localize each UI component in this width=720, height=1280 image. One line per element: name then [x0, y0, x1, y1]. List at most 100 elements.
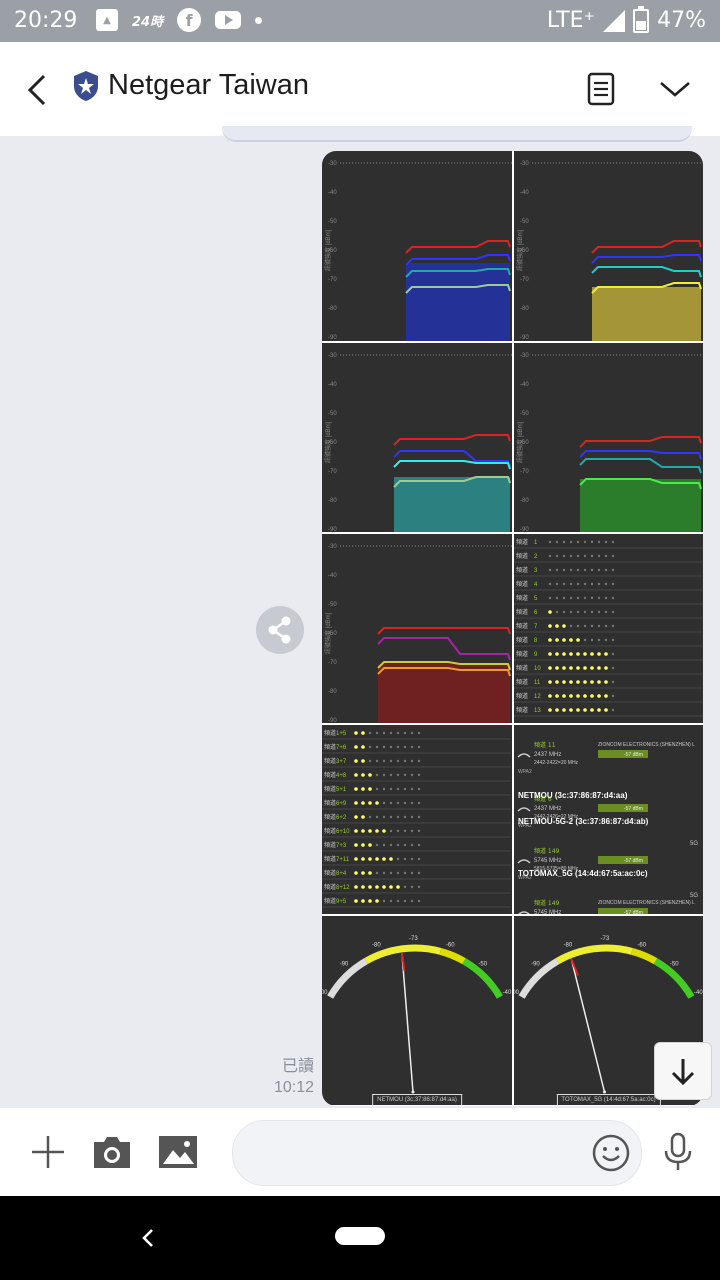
nav-home-pill[interactable]	[335, 1227, 385, 1245]
meter-tick-label: -80	[564, 943, 573, 949]
rating-star	[555, 652, 559, 656]
signal-graph-image-4[interactable]: -30 -40 -50 -60 -70 -80 -90 訊號強度 [dBm]	[514, 343, 703, 532]
rating-star	[403, 899, 407, 903]
rating-star	[403, 731, 407, 735]
signal-graph-image-3[interactable]: -30 -40 -50 -60 -70 -80 -90 訊號強度 [dBm]	[322, 343, 512, 532]
rating-star	[389, 829, 393, 833]
status-bar: 20:29 ▲ 24時 f LTE⁺ 47%	[0, 0, 720, 42]
rating-star	[396, 731, 400, 735]
signal-line	[393, 460, 511, 470]
nav-back-icon[interactable]	[136, 1224, 160, 1252]
rating-star	[410, 899, 414, 903]
rating-star	[590, 596, 594, 600]
signal-graph-image-2[interactable]: -30 -40 -50 -60 -70 -80 -90 訊號強度 [dBm]	[514, 151, 703, 341]
rating-star	[604, 596, 608, 600]
rating-star	[569, 540, 573, 544]
y-tick-label: -30	[520, 161, 529, 167]
rating-star	[576, 624, 580, 628]
rating-star	[562, 708, 566, 712]
channel-label: 6	[534, 610, 538, 616]
message-input-field[interactable]	[232, 1120, 642, 1186]
image-collage-message[interactable]: -30 -40 -50 -60 -70 -80 -90 訊號強度 [dBm] -30 -40 -5…	[322, 151, 703, 1106]
signal-line	[393, 450, 511, 468]
back-arrow-icon[interactable]	[22, 68, 62, 112]
rating-star	[389, 899, 393, 903]
rating-star	[548, 666, 552, 670]
channel-label: 1+5	[336, 731, 347, 737]
rating-star	[590, 624, 594, 628]
rating-star	[368, 857, 372, 861]
signal-line	[579, 436, 702, 448]
chat-title-area[interactable]: Netgear Taiwan	[72, 69, 309, 102]
microphone-icon[interactable]	[656, 1130, 700, 1174]
camera-icon[interactable]	[90, 1130, 134, 1174]
channel-rating-24ghz-image[interactable]: 頻道 1 頻道 2 頻道 3 頻道 4 頻道 5 頻道 6 頻道 7 頻道 8 頻道 9 頻道 10 頻道 11 頻道 12 頻…	[514, 534, 703, 723]
rating-star	[569, 638, 573, 642]
y-tick-label: -40	[520, 382, 529, 388]
rating-star	[611, 652, 615, 656]
rating-star	[361, 885, 365, 889]
rating-star	[576, 540, 580, 544]
rating-star	[382, 731, 386, 735]
signal-meter-image-1[interactable]: -100 -90 -80 -73 -60 -50 -40 NETMOU (3c:37:86:…	[322, 916, 512, 1105]
notes-icon[interactable]	[576, 64, 626, 114]
rating-star	[548, 568, 552, 572]
rating-star	[396, 801, 400, 805]
signal-graph-image-5[interactable]: -30 -40 -50 -60 -70 -80 -90 訊號強度 [dBm]	[322, 534, 512, 723]
band-label: 頻道	[516, 678, 528, 686]
rating-star	[368, 899, 372, 903]
rating-star	[569, 568, 573, 572]
y-tick-label: -80	[328, 498, 337, 504]
plus-icon[interactable]	[26, 1130, 70, 1174]
meter-arc	[439, 947, 466, 965]
channel-label: 10	[534, 666, 541, 672]
rating-star	[361, 843, 365, 847]
rating-star	[604, 568, 608, 572]
rating-star	[597, 624, 601, 628]
rating-star	[375, 801, 379, 805]
channel-label: 8+12	[336, 885, 350, 891]
rating-star	[410, 745, 414, 749]
scroll-to-bottom-button[interactable]	[654, 1042, 712, 1100]
chevron-down-icon[interactable]	[650, 64, 700, 114]
meter-tick-label: -90	[340, 961, 349, 967]
rating-star	[583, 652, 587, 656]
channel-label: 8+4	[336, 871, 347, 877]
y-tick-label: -90	[328, 527, 337, 532]
rating-star	[604, 666, 608, 670]
rating-star	[597, 694, 601, 698]
rating-star	[583, 568, 587, 572]
network-list-image[interactable]: 頻道 11 2437 MHz 2442-2422=20 MHz -57 dBm ZION…	[514, 725, 703, 914]
rating-star	[403, 815, 407, 819]
rating-star	[417, 773, 421, 777]
rating-star	[375, 829, 379, 833]
rating-star	[555, 708, 559, 712]
meter-tick-label: -60	[446, 943, 455, 949]
rating-star	[597, 582, 601, 586]
emoji-icon[interactable]	[589, 1131, 633, 1175]
signal-line	[579, 450, 702, 460]
signal-fill-area	[406, 263, 510, 341]
rating-star	[611, 708, 615, 712]
rating-star	[611, 540, 615, 544]
channel-label: 5+1	[336, 787, 347, 793]
y-axis-label: 訊號強度 [dBm]	[516, 229, 524, 271]
rating-star	[396, 857, 400, 861]
rating-star	[403, 745, 407, 749]
share-button[interactable]	[256, 606, 304, 654]
image-gallery-icon[interactable]	[156, 1130, 200, 1174]
signal-graph-image-1[interactable]: -30 -40 -50 -60 -70 -80 -90 訊號強度 [dBm]	[322, 151, 512, 341]
rating-star	[548, 694, 552, 698]
rating-star	[548, 652, 552, 656]
message-input-bar	[0, 1108, 720, 1196]
rating-star	[417, 843, 421, 847]
rating-star	[417, 899, 421, 903]
band-label: 頻道	[516, 650, 528, 658]
network-vendor: ZIONCOM ELECTRONICS (SHENZHEN) L	[598, 742, 695, 748]
y-tick-label: -30	[328, 544, 337, 550]
rating-star	[569, 596, 573, 600]
signal-fill-area	[580, 479, 701, 532]
rating-star	[410, 759, 414, 763]
channel-rating-5ghz-image[interactable]: 頻道 1+5 頻道 7+6 頻道 3+7 頻道 4+8 頻道 5+1 頻道 6+9 頻道 6+2 頻道 6+1…	[322, 725, 512, 914]
band-label: 頻道	[516, 608, 528, 616]
